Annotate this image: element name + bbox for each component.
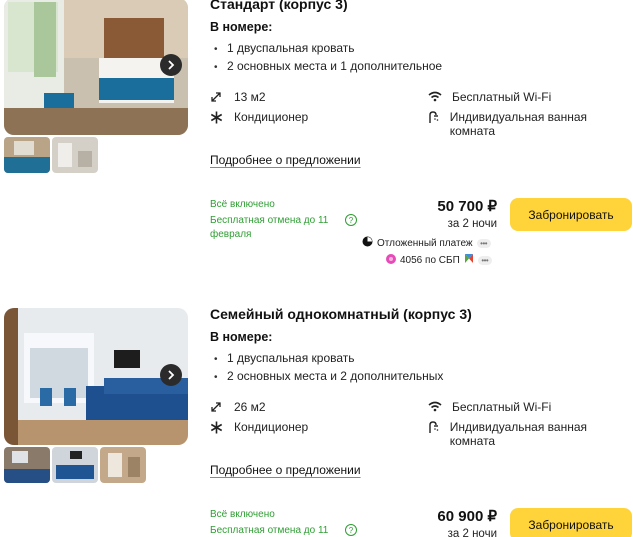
photo-thumbnail[interactable] <box>100 447 146 483</box>
photo-thumbnails <box>4 447 146 483</box>
expand-arrows-icon <box>210 400 234 413</box>
deferred-payment[interactable]: Отложенный платеж ••• <box>362 236 491 250</box>
next-photo-button[interactable] <box>160 54 182 76</box>
free-cancellation-label: Бесплатная отмена до 11 февраля <box>210 215 329 240</box>
photo-thumbnail[interactable] <box>4 137 50 173</box>
photo-thumbnail[interactable] <box>52 137 98 173</box>
wifi-icon <box>428 90 452 102</box>
photo-thumbnail[interactable] <box>4 447 50 483</box>
amenity-wifi-label: Бесплатный Wi-Fi <box>452 400 552 414</box>
price: 60 900 ₽ <box>437 508 497 525</box>
next-photo-button[interactable] <box>160 364 182 386</box>
room-photo[interactable] <box>4 0 188 135</box>
room-title[interactable]: Стандарт (корпус 3) <box>210 0 348 12</box>
expand-arrows-icon <box>210 90 234 103</box>
deferred-payment-icon <box>362 236 373 250</box>
sbp-logo-icon <box>464 253 474 267</box>
room-title[interactable]: Семейный однокомнатный (корпус 3) <box>210 306 472 322</box>
room-photo[interactable] <box>4 308 188 445</box>
all-inclusive-label: Всё включено <box>210 509 275 520</box>
amenity-bath: Индивидуальная ванная комната <box>428 110 618 138</box>
in-room-label: В номере: <box>210 330 273 344</box>
amenity-bath: Индивидуальная ванная комната <box>428 420 618 448</box>
offer-details-link[interactable]: Подробнее о предложении <box>210 463 361 477</box>
chevron-right-icon <box>167 60 175 70</box>
bed-list: 1 двуспальная кровать 2 основных места и… <box>214 349 443 385</box>
amenity-bath-label: Индивидуальная ванная комната <box>449 420 588 448</box>
shower-icon <box>428 110 450 124</box>
nights-label: за 2 ночи <box>447 528 497 537</box>
amenity-area-label: 26 м2 <box>234 400 266 414</box>
sbp-cashback[interactable]: 4056 по СБП ••• <box>386 253 492 267</box>
book-button[interactable]: Забронировать <box>510 508 632 537</box>
offer-details-link[interactable]: Подробнее о предложении <box>210 153 361 167</box>
plus-points-icon <box>386 253 396 267</box>
question-circle-icon[interactable]: ? <box>345 524 357 536</box>
amenity-area: 26 м2 <box>210 400 266 414</box>
snowflake-icon <box>210 110 234 124</box>
question-circle-icon[interactable]: ? <box>345 214 357 226</box>
all-inclusive-label: Всё включено <box>210 199 275 210</box>
bed-list-item: 2 основных места и 2 дополнительных <box>214 367 443 385</box>
bed-list: 1 двуспальная кровать 2 основных места и… <box>214 39 442 75</box>
wifi-icon <box>428 400 452 412</box>
bed-list-item: 2 основных места и 1 дополнительное <box>214 57 442 75</box>
free-cancellation-label: Бесплатная отмена до 11 <box>210 525 329 536</box>
amenity-area-label: 13 м2 <box>234 90 266 104</box>
amenity-ac: Кондиционер <box>210 420 308 434</box>
snowflake-icon <box>210 420 234 434</box>
in-room-label: В номере: <box>210 20 273 34</box>
shower-icon <box>428 420 450 434</box>
price: 50 700 ₽ <box>437 198 497 215</box>
amenity-bath-label: Индивидуальная ванная комната <box>449 110 588 138</box>
nights-label: за 2 ночи <box>447 218 497 230</box>
amenity-ac-label: Кондиционер <box>234 110 309 124</box>
more-options-icon[interactable]: ••• <box>476 238 491 248</box>
amenity-ac: Кондиционер <box>210 110 308 124</box>
amenity-area: 13 м2 <box>210 90 266 104</box>
amenity-ac-label: Кондиционер <box>234 420 309 434</box>
amenity-wifi: Бесплатный Wi-Fi <box>428 400 551 414</box>
photo-thumbnail[interactable] <box>52 447 98 483</box>
bed-list-item: 1 двуспальная кровать <box>214 349 443 367</box>
sbp-cashback-label: 4056 по СБП <box>400 254 460 266</box>
photo-thumbnails <box>4 137 98 173</box>
amenity-wifi: Бесплатный Wi-Fi <box>428 90 551 104</box>
chevron-right-icon <box>167 370 175 380</box>
bed-list-item: 1 двуспальная кровать <box>214 39 442 57</box>
book-button[interactable]: Забронировать <box>510 198 632 231</box>
deferred-payment-label: Отложенный платеж <box>377 237 473 249</box>
amenity-wifi-label: Бесплатный Wi-Fi <box>452 90 552 104</box>
more-options-icon[interactable]: ••• <box>477 255 492 265</box>
